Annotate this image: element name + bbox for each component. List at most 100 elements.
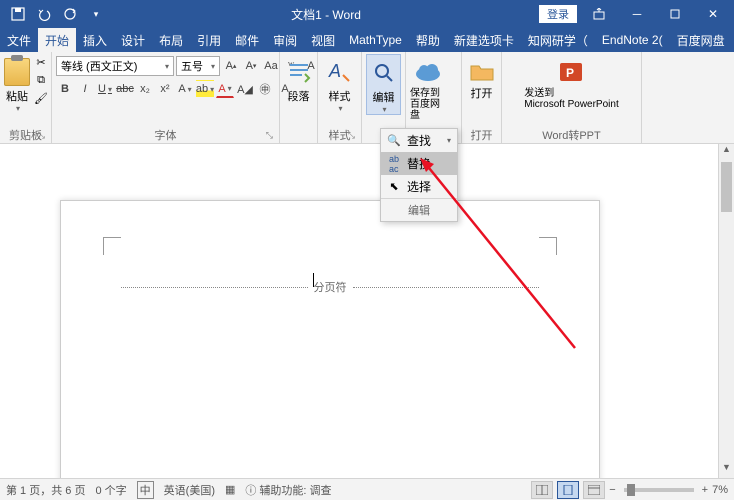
tab-cnki[interactable]: 知网研学（ — [521, 28, 595, 52]
titlebar-right: 登录 ─ ✕ — [538, 0, 734, 28]
scroll-down-icon[interactable]: ▼ — [719, 462, 734, 478]
font-size-select[interactable]: 五号 ▾ — [176, 56, 220, 76]
vertical-scrollbar[interactable]: ▲ ▼ — [718, 144, 734, 478]
cloud-icon — [414, 58, 442, 86]
replace-menu-item[interactable]: abac 替换 — [381, 152, 457, 175]
macro-icon[interactable]: ▦ — [225, 483, 235, 496]
undo-icon[interactable] — [34, 4, 54, 24]
copy-icon[interactable]: ⧉ — [32, 72, 50, 88]
scroll-thumb[interactable] — [721, 162, 732, 212]
dialog-launcher-icon[interactable]: ⤡ — [266, 130, 273, 141]
styles-button[interactable]: A 样式 ▾ — [322, 54, 357, 113]
save-icon[interactable] — [8, 4, 28, 24]
superscript-button[interactable]: x² — [156, 80, 174, 98]
chevron-down-icon: ▾ — [16, 104, 20, 113]
minimize-icon[interactable]: ─ — [620, 0, 654, 28]
zoom-knob[interactable] — [627, 484, 635, 496]
tab-help[interactable]: 帮助 — [409, 28, 447, 52]
accessibility[interactable]: ⓘ辅助功能: 调查 — [245, 482, 331, 498]
zoom-out-icon[interactable]: − — [609, 484, 615, 496]
accessibility-icon: ⓘ — [245, 482, 256, 498]
find-menu-item[interactable]: 🔍 查找 ▾ — [381, 129, 457, 152]
tab-review[interactable]: 审阅 — [266, 28, 304, 52]
font-name-select[interactable]: 等线 (西文正文)▾ — [56, 56, 174, 76]
paste-label: 粘贴 — [6, 88, 28, 104]
login-button[interactable]: 登录 — [538, 4, 578, 24]
group-paragraph-label — [284, 127, 313, 143]
language[interactable]: 英语(美国) — [164, 482, 215, 498]
font-size-value: 五号 — [181, 58, 203, 74]
select-label: 选择 — [407, 178, 431, 195]
paste-button[interactable]: 粘贴 ▾ — [4, 54, 30, 113]
page[interactable]: 分页符 — [60, 200, 600, 478]
folder-icon — [468, 58, 496, 86]
group-font-label: 字体⤡ — [56, 127, 275, 143]
dialog-launcher-icon[interactable]: ⤡ — [38, 130, 45, 141]
web-layout-icon[interactable] — [583, 481, 605, 499]
select-menu-item[interactable]: ⬉ 选择 — [381, 175, 457, 198]
strikethrough-button[interactable]: abc — [116, 80, 134, 98]
zoom-slider[interactable] — [624, 488, 694, 492]
grow-font-icon[interactable]: A▴ — [222, 57, 240, 75]
quick-access-toolbar: ▾ — [0, 4, 114, 24]
paragraph-icon — [285, 58, 313, 86]
bold-button[interactable]: B — [56, 80, 74, 98]
scroll-up-icon[interactable]: ▲ — [719, 144, 734, 160]
zoom-level[interactable]: 7% — [712, 484, 728, 496]
ribbon-display-icon[interactable] — [582, 0, 616, 28]
underline-button[interactable]: U▾ — [96, 80, 114, 98]
group-styles-label: 样式⤡ — [322, 127, 357, 143]
zoom-in-icon[interactable]: + — [702, 484, 708, 496]
tab-mathtype[interactable]: MathType — [342, 28, 409, 52]
paragraph-button[interactable]: 段落 — [284, 54, 313, 104]
tab-insert[interactable]: 插入 — [76, 28, 114, 52]
change-case-icon[interactable]: Aa — [262, 57, 280, 75]
word-count[interactable]: 0 个字 — [95, 482, 126, 498]
tab-design[interactable]: 设计 — [114, 28, 152, 52]
cut-icon[interactable]: ✂ — [32, 54, 50, 70]
dropdown-footer: 编辑 — [381, 198, 457, 221]
qat-customize-icon[interactable]: ▾ — [86, 4, 106, 24]
dialog-launcher-icon[interactable]: ⤡ — [348, 130, 355, 141]
text-effects-icon[interactable]: A▾ — [176, 80, 194, 98]
read-mode-icon[interactable] — [531, 481, 553, 499]
tab-home[interactable]: 开始 — [38, 28, 76, 52]
editing-button[interactable]: 编辑 ▾ — [366, 54, 401, 115]
page-count[interactable]: 第 1 页，共 6 页 — [6, 482, 85, 498]
font-color-icon[interactable]: A▾ — [216, 80, 234, 98]
shrink-font-icon[interactable]: A▾ — [242, 57, 260, 75]
tab-baidu[interactable]: 百度网盘 — [670, 28, 732, 52]
print-layout-icon[interactable] — [557, 481, 579, 499]
redo-icon[interactable] — [60, 4, 80, 24]
chevron-down-icon: ▾ — [211, 62, 215, 71]
tab-custom[interactable]: 新建选项卡 — [447, 28, 521, 52]
subscript-button[interactable]: x₂ — [136, 80, 154, 98]
group-clipboard-label: 剪贴板⤡ — [4, 127, 47, 143]
styles-label: 样式 — [329, 88, 351, 104]
tab-file[interactable]: 文件 — [0, 28, 38, 52]
tab-view[interactable]: 视图 — [304, 28, 342, 52]
highlight-icon[interactable]: ab▾ — [196, 80, 214, 98]
cursor-icon: ⬉ — [387, 180, 401, 194]
tab-endnote[interactable]: EndNote 2( — [595, 28, 670, 52]
tab-layout[interactable]: 布局 — [152, 28, 190, 52]
lang-indicator-icon[interactable]: 中 — [137, 481, 154, 499]
maximize-icon[interactable] — [658, 0, 692, 28]
format-painter-icon[interactable]: 🖌 — [32, 90, 50, 106]
save-baidu-button[interactable]: 保存到 百度网盘 — [410, 54, 446, 121]
tab-references[interactable]: 引用 — [190, 28, 228, 52]
document-area[interactable]: 分页符 — [0, 144, 718, 478]
italic-button[interactable]: I — [76, 80, 94, 98]
open-button[interactable]: 打开 — [466, 54, 497, 100]
save-baidu-label: 保存到 百度网盘 — [410, 88, 446, 121]
send-to-ppt-button[interactable]: P 发送到 Microsoft PowerPoint — [524, 54, 618, 110]
group-open-label: 打开 — [466, 127, 497, 143]
chevron-down-icon: ▾ — [338, 104, 342, 113]
group-ppt-label: Word转PPT — [506, 127, 637, 143]
font-name-value: 等线 (西文正文) — [61, 58, 137, 74]
close-icon[interactable]: ✕ — [696, 0, 730, 28]
enclose-characters-icon[interactable]: ㊥ — [256, 80, 274, 98]
tab-mailings[interactable]: 邮件 — [228, 28, 266, 52]
paste-icon — [4, 58, 30, 86]
clear-formatting-icon[interactable]: A◢ — [236, 80, 254, 98]
